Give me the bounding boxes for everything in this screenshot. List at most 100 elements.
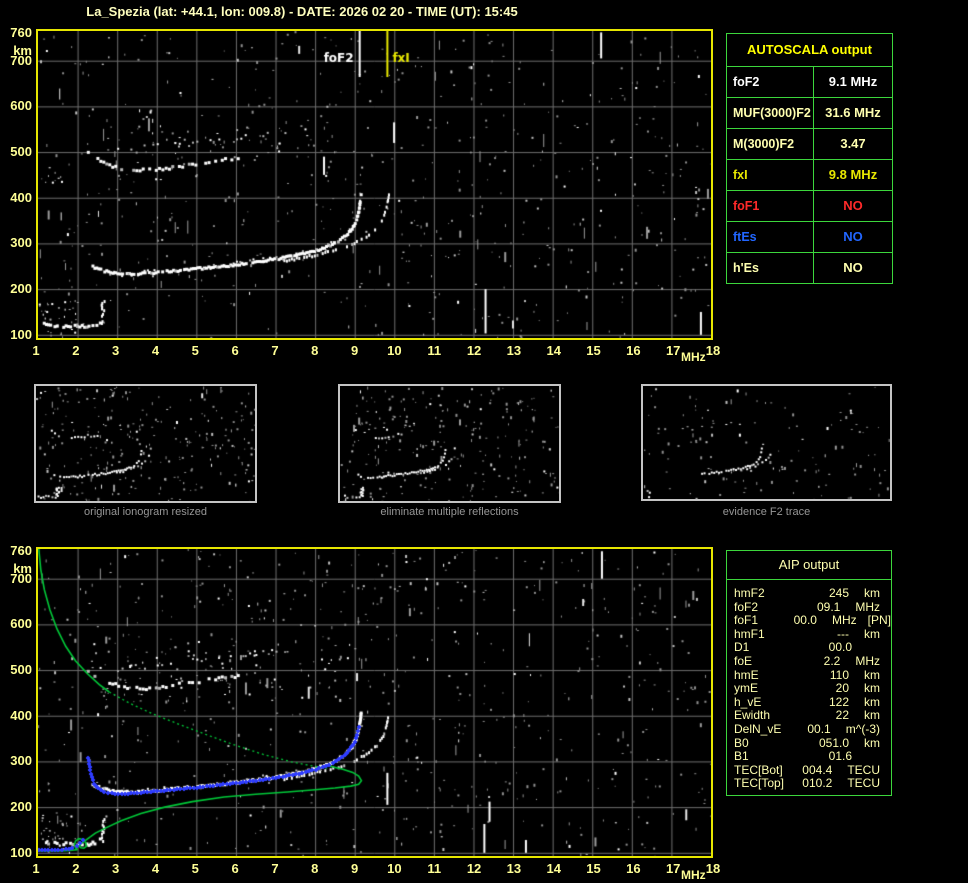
aip-name: hmE [734,667,759,682]
thumbnail-eliminate-reflections-canvas [340,386,559,501]
aip-unit: km [864,735,880,750]
aip-unit: km [864,708,880,723]
y-tick-label: 300 [10,753,32,769]
aip-unit: km [864,694,880,709]
aip-name: Ewidth [734,708,771,723]
thumbnail-original-ionogram-canvas [36,386,255,501]
x-axis-unit-label: MHz [681,868,706,882]
y-tick-label: 760 [10,543,32,559]
aip-name: ymE [734,681,758,696]
x-tick-label: 2 [72,343,80,358]
aip-value: 01.6 [828,749,852,764]
thumbnail-caption-original: original ionogram resized [84,506,207,518]
x-tick-label: 10 [387,343,402,358]
aip-value: --- [837,626,849,641]
x-tick-label: 14 [546,343,561,358]
aip-row: B1 01.6 [734,750,891,764]
aip-name: hmF2 [734,586,765,600]
autoscala-param-value: 31.6 MHz [813,98,892,128]
x-tick-label: 8 [311,343,319,358]
y-tick-label: 100 [10,844,32,860]
aip-row: hmE 110 km [734,667,891,683]
autoscala-table-rows: foF2 9.1 MHz MUF(3000)F2 31.6 MHz M(3000)F2 3… [727,67,892,283]
aip-unit: km [864,681,880,696]
y-axis-unit-label: km [13,43,32,58]
x-tick-label: 2 [72,861,80,876]
aip-value: 22 [835,708,849,723]
x-tick-label: 9 [350,861,359,876]
x-tick-label: 10 [387,861,402,876]
aip-value: 00.0 [828,640,852,655]
x-tick-label: 3 [112,861,120,876]
autoscala-row: foF1 NO [727,190,892,221]
aip-table-rows: hmF2 245 km foF2 09.1 MHz foF1 00.0 MHz [PN] hmF1-… [727,580,891,791]
autoscala-param-value: NO [813,222,892,252]
x-tick-label: 11 [427,343,442,358]
aip-name: foE [734,653,753,668]
aip-row: foF2 09.1 MHz [734,599,891,615]
autoscala-row: ftEs NO [727,221,892,252]
thumbnail-eliminate-reflections [338,384,561,503]
aip-value: 004.4 [802,762,833,777]
aip-name: hmF1 [734,626,765,641]
aip-unit: km [864,586,880,600]
aip-row: D1 00.0 [734,641,891,655]
x-tick-label: 4 [151,861,160,876]
autoscala-param-label: ftEs [733,230,757,244]
autoscala-param-value: 9.8 MHz [813,160,892,190]
x-axis-unit-label: MHz [681,350,706,364]
aip-name: h_vE [734,694,762,709]
aip-unit: MHz [855,599,880,614]
aip-unit: km [864,667,880,682]
x-tick-label: 6 [231,861,239,876]
aip-row: ymE 20 km [734,682,891,696]
x-tick-label: 16 [626,343,641,358]
autoscala-row: fxI 9.8 MHz [727,159,892,190]
y-tick-label: 300 [10,235,32,251]
ionogram-top-canvas [38,31,711,338]
x-tick-label: 7 [271,861,279,876]
aip-unit: km [864,626,880,641]
aip-row: DelN_vE 00.1 m^(-3) [734,723,891,737]
aip-row: foF1 00.0 MHz [PN] [734,614,891,628]
x-tick-label: 5 [191,343,199,358]
aip-name: B0 [734,735,749,750]
autoscala-param-label: h'Es [733,261,759,275]
thumbnail-caption-eliminate: eliminate multiple reflections [380,506,519,518]
autoscala-row: h'Es NO [727,252,892,283]
autoscala-param-value: 3.47 [813,129,892,159]
y-tick-label: 400 [10,707,32,723]
aip-name: DelN_vE [734,721,782,736]
autoscala-param-value: NO [813,253,892,283]
y-tick-label: 600 [10,616,32,632]
aip-value: 110 [829,667,849,682]
x-tick-label: 18 [705,861,721,876]
y-tick-label: 760 [10,25,32,41]
aip-note: [PN] [867,613,891,628]
x-tick-label: 17 [665,861,681,876]
aip-row: hmF2 245 km [734,587,891,601]
autoscala-output-table: AUTOSCALA output foF2 9.1 MHz MUF(3000)F2 3… [726,33,893,284]
aip-value: 20 [835,681,849,696]
autoscala-param-label: MUF(3000)F2 [733,106,811,120]
aip-row: TEC[Top] 010.2 TECU [734,777,891,791]
autoscala-param-value: NO [813,191,892,221]
x-tick-label: 18 [705,343,721,358]
aip-value: 245 [828,586,849,600]
aip-row: foE 2.2 MHz [734,655,891,669]
x-tick-label: 15 [586,861,601,876]
thumbnail-evidence-f2-trace-canvas [643,386,890,499]
y-axis-unit-label: km [13,561,32,576]
x-tick-label: 11 [427,861,442,876]
y-tick-label: 100 [10,326,32,342]
autoscala-table-title: AUTOSCALA output [727,34,892,67]
x-tick-label: 1 [32,343,40,358]
thumbnail-original-ionogram [34,384,257,503]
aip-unit: m^(-3) [845,721,880,736]
aip-row: h_vE 122 km [734,694,891,710]
x-tick-label: 12 [466,861,482,876]
aip-unit: TECU [847,762,880,777]
x-tick-label: 17 [665,343,681,358]
x-tick-label: 13 [506,861,522,876]
aip-row: hmF1 --- km [734,626,891,642]
